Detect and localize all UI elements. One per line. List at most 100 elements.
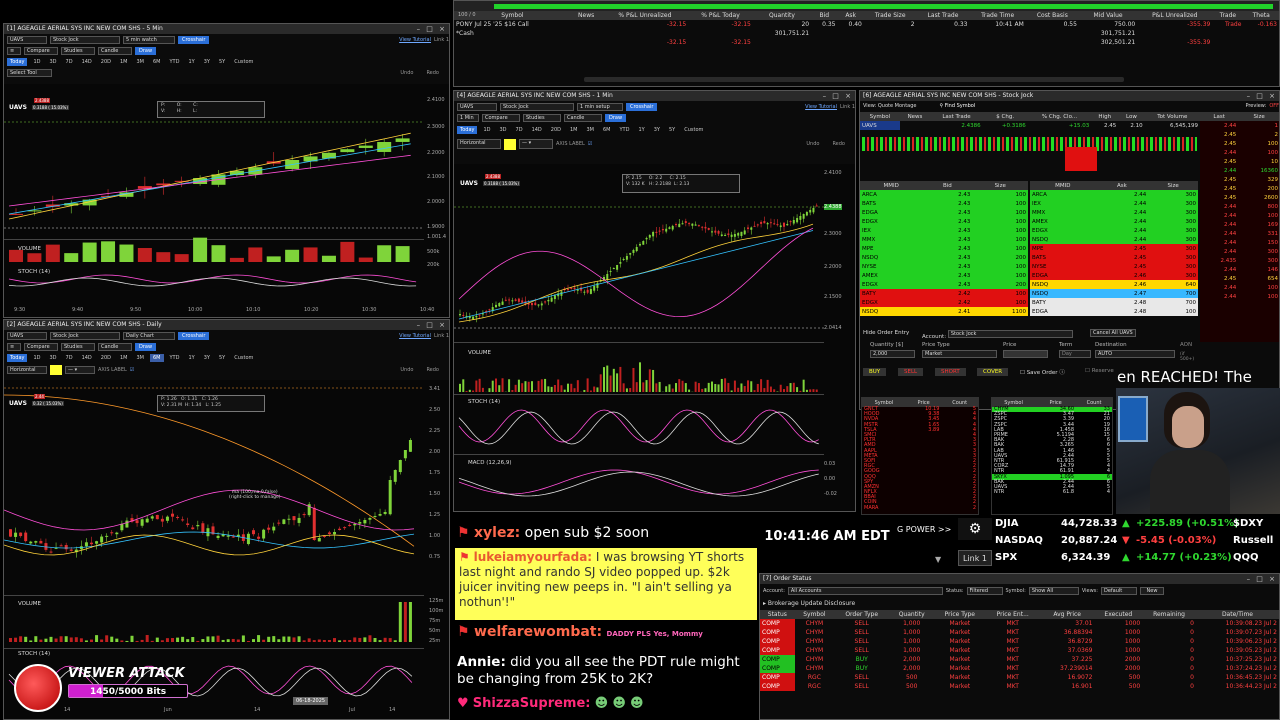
range-1d[interactable]: 1D <box>30 58 43 66</box>
new-order-button[interactable]: New <box>1139 587 1164 595</box>
column-header[interactable]: Trade <box>1212 11 1244 20</box>
column-header[interactable]: Price Type <box>934 610 986 619</box>
redo-button[interactable]: Redo <box>426 70 439 76</box>
compare-menu[interactable]: Compare <box>24 342 58 351</box>
positions-table[interactable]: Symbol News% P&L Unrealized% P&L Today Qua… <box>454 11 1279 47</box>
ask-row[interactable]: IEX 2.44 300 <box>1030 199 1198 208</box>
range-custom[interactable]: Custom <box>681 126 706 134</box>
axis-label-checkbox[interactable]: ☑ <box>588 141 592 147</box>
account-select[interactable]: Stock Jock <box>947 330 1073 338</box>
interval-select[interactable]: 1 min setup <box>577 102 623 111</box>
buy-button[interactable]: BUY <box>863 368 887 376</box>
buying-power-label[interactable]: G POWER >> <box>897 522 957 538</box>
status-filter[interactable]: Filtered <box>966 587 1003 595</box>
column-header[interactable]: Bid <box>811 11 838 20</box>
range-1d[interactable]: 1D <box>480 126 493 134</box>
draw-button[interactable]: Draw <box>135 342 157 351</box>
range-6m[interactable]: 6M <box>150 58 164 66</box>
period-select[interactable]: ≡ <box>7 342 21 351</box>
studies-menu[interactable]: Studies <box>523 113 561 122</box>
view-tutorial-link[interactable]: View Tutorial <box>805 104 837 110</box>
hot-list-row[interactable]: NTR 61.8 4 <box>992 490 1112 495</box>
cancel-all-button[interactable]: Cancel All UAVS <box>1090 329 1136 337</box>
horizontal-scrollbar[interactable] <box>584 77 1124 82</box>
range-today[interactable]: Today <box>457 125 478 134</box>
ask-row[interactable]: NYSE 2.45 300 <box>1030 262 1198 271</box>
ask-row[interactable]: EDGA 2.48 100 <box>1030 307 1198 316</box>
order-row[interactable]: COMP CHYM SELL 1,000 Market MKT 37.0369 1000 0 10… <box>760 646 1279 655</box>
column-header[interactable]: Remaining <box>1142 610 1196 619</box>
column-header[interactable]: Order Type <box>834 610 890 619</box>
ask-row[interactable]: ARCA 2.44 300 <box>1030 190 1198 199</box>
view-tutorial-link[interactable]: View Tutorial <box>399 37 431 43</box>
period-select[interactable]: ≡ <box>7 46 21 55</box>
column-header[interactable]: Quantity <box>889 610 935 619</box>
cover-button[interactable]: COVER <box>977 368 1009 376</box>
time-and-sales[interactable]: Last Size 2.44 1 2.45 2 2.45 100 2.44 100 2.45 10 2.… <box>1200 112 1279 342</box>
layout-select[interactable]: Stock Jock <box>50 331 120 340</box>
aon-checkbox[interactable]: AON <box>1180 342 1192 348</box>
draw-button[interactable]: Draw <box>135 46 157 55</box>
range-14d[interactable]: 14D <box>79 354 95 362</box>
reserve-checkbox[interactable]: ☐ Reserve <box>1085 368 1114 374</box>
hide-order-entry[interactable]: Hide Order Entry <box>863 330 909 336</box>
range-3d[interactable]: 3D <box>47 58 60 66</box>
range-custom[interactable]: Custom <box>231 58 256 66</box>
order-row[interactable]: COMP CHYM BUY 2,000 Market MKT 37.225 2000 0 10:3… <box>760 655 1279 664</box>
ask-row[interactable]: EDGX 2.44 300 <box>1030 226 1198 235</box>
candle-menu[interactable]: Candle <box>98 46 132 55</box>
range-7d[interactable]: 7D <box>63 354 76 362</box>
range-1m[interactable]: 1M <box>567 126 581 134</box>
order-row[interactable]: COMP RGC SELL 500 Market MKT 16.901 500 0 10:36:4… <box>760 682 1279 691</box>
bid-row[interactable]: MMX 2.43 100 <box>860 235 1028 244</box>
bid-row[interactable]: BATS 2.43 100 <box>860 199 1028 208</box>
range-today[interactable]: Today <box>7 353 28 362</box>
ma-annotation[interactable]: ma (100,ma,0,false) (right-click to manag… <box>229 490 281 500</box>
hot-list-left[interactable]: Symbol Price Count GNCT 10.19 5 HOOD 9.38 4 NVDA 3… <box>861 397 979 515</box>
candle-menu[interactable]: Candle <box>98 342 132 351</box>
column-header[interactable]: Executed <box>1094 610 1143 619</box>
window-controls[interactable]: – □ × <box>417 24 447 34</box>
symbol-filter[interactable]: Show All <box>1028 587 1079 595</box>
bid-row[interactable]: IEX 2.43 100 <box>860 226 1028 235</box>
column-header[interactable]: Last Trade <box>916 11 970 20</box>
quantity-unit[interactable]: [$] <box>896 342 904 348</box>
crosshair-button[interactable]: Crosshair <box>178 331 210 340</box>
link-select[interactable]: Link 1 <box>434 37 449 43</box>
view-select[interactable]: View: Quote Montage <box>863 103 916 109</box>
column-header[interactable]: Date/Time <box>1195 610 1279 619</box>
range-ytd[interactable]: YTD <box>167 354 183 362</box>
axis-label-toggle[interactable]: AXIS LABEL <box>98 367 127 373</box>
range-5y[interactable]: 5Y <box>216 58 228 66</box>
chart-window-1min[interactable]: [4] AGEAGLE AERIAL SYS INC NEW COM SHS -… <box>453 90 856 512</box>
ask-row[interactable]: AMEX 2.44 300 <box>1030 217 1198 226</box>
disclosure-link[interactable]: ▸ Brokerage Update Disclosure <box>760 598 1279 610</box>
account-select[interactable]: All Accounts <box>787 587 943 595</box>
bid-row[interactable]: BATY 2.42 100 <box>860 289 1028 298</box>
ask-row[interactable]: NSDQ 2.44 300 <box>1030 235 1198 244</box>
range-6m[interactable]: 6M <box>150 353 164 362</box>
axis-label-checkbox[interactable]: ☑ <box>130 367 134 373</box>
order-status-window[interactable]: [7] Order Status – □ × Account: All Accou… <box>759 573 1280 720</box>
column-header[interactable]: Mid Value <box>1078 11 1138 20</box>
range-3y[interactable]: 3Y <box>201 354 213 362</box>
price-chart-svg[interactable] <box>4 84 449 318</box>
range-1y[interactable]: 1Y <box>185 58 197 66</box>
select-tool-dropdown[interactable]: Select Tool <box>7 68 52 77</box>
range-3m[interactable]: 3M <box>134 58 148 66</box>
column-header[interactable]: Cost Basis <box>1025 11 1079 20</box>
redo-button[interactable]: Redo <box>832 141 845 147</box>
chart-area[interactable]: UAVS 2.4388 0.3188 ( 15.03%) P: 2.15 O: … <box>454 164 855 511</box>
range-3y[interactable]: 3Y <box>201 58 213 66</box>
find-symbol[interactable]: ⚲ Find Symbol <box>939 103 975 109</box>
color-swatch[interactable] <box>50 365 62 375</box>
link-select[interactable]: Link 1 <box>840 104 855 110</box>
crosshair-button[interactable]: Crosshair <box>178 35 210 44</box>
symbol-input[interactable]: UAVS <box>7 35 47 44</box>
order-table[interactable]: Status Symbol Order Type Quantity Price Type… <box>760 610 1279 691</box>
undo-button[interactable]: Undo <box>806 141 819 147</box>
column-header[interactable]: % P&L Today <box>688 11 753 20</box>
candle-menu[interactable]: Candle <box>564 113 602 122</box>
window-controls[interactable]: – □ × <box>417 320 447 330</box>
compare-menu[interactable]: Compare <box>24 46 58 55</box>
